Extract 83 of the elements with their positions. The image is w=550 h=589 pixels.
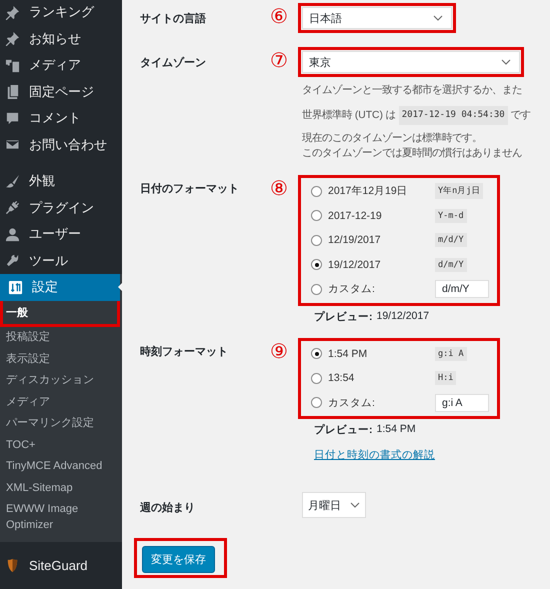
sidebar-item[interactable]: ユーザー	[0, 221, 122, 248]
sidebar-item[interactable]: SiteGuard	[0, 552, 122, 578]
option-label: 13:54	[328, 372, 356, 384]
sidebar-item[interactable]: 固定ページ	[0, 78, 122, 105]
preview-value: 19/12/2017	[376, 310, 430, 324]
option-label: 1:54 PM	[328, 348, 368, 360]
submenu-item[interactable]: TinyMCE Advanced	[0, 456, 122, 478]
format-code: m/d/Y	[435, 233, 467, 248]
input-field[interactable]: d/m/Y	[435, 280, 489, 298]
chevron-down-icon	[350, 502, 360, 508]
input-field[interactable]: g:i A	[435, 394, 489, 412]
step-number: ⑦	[270, 50, 288, 72]
comment-icon	[5, 110, 20, 126]
format-code: H:i	[435, 371, 456, 386]
sidebar-item[interactable]: ランキング	[0, 0, 122, 26]
sidebar-item[interactable]: メディア	[0, 52, 122, 78]
pin-icon	[5, 4, 20, 20]
field-label: 週の始まり	[140, 501, 196, 516]
submenu-item[interactable]: ディスカッション	[0, 370, 122, 392]
step-number: ⑥	[270, 6, 288, 28]
description-text: 現在のこのタイムゾーンは標準時です。 このタイムゾーンでは夏時間の慣行はありません	[302, 131, 523, 161]
submenu-item[interactable]: 一般	[3, 300, 117, 324]
brush-icon	[5, 174, 20, 189]
submenu-item[interactable]: 表示設定	[0, 348, 122, 370]
radio-button[interactable]	[311, 234, 322, 246]
chevron-down-icon	[433, 15, 443, 21]
step-number: ⑧	[270, 178, 288, 200]
radio-button[interactable]	[311, 397, 322, 408]
option-label: 12/19/2017	[328, 234, 382, 246]
sidebar-item[interactable]: コメント	[0, 105, 122, 132]
preview-label: プレビュー:	[314, 423, 372, 437]
pin-icon	[5, 31, 20, 46]
sidebar-item[interactable]: ツール	[0, 248, 122, 274]
menu-pointer-icon	[118, 281, 124, 293]
wrench-icon	[5, 253, 20, 268]
shield-icon	[5, 558, 20, 573]
select-field[interactable]: 日本語	[302, 7, 452, 29]
sidebar-item[interactable]: 外観	[0, 168, 122, 194]
radio-button[interactable]	[311, 259, 322, 270]
option-label: カスタム:	[328, 282, 376, 296]
option-label: 2017年12月19日	[328, 184, 409, 198]
option-label: 19/12/2017	[328, 258, 382, 271]
settings-icon	[8, 280, 23, 295]
sidebar-item[interactable]: お知らせ	[0, 26, 122, 52]
sidebar-item[interactable]: お問い合わせ	[0, 132, 122, 158]
preview-value: 1:54 PM	[376, 423, 416, 437]
submenu-item[interactable]: メディア	[0, 392, 122, 413]
radio-button[interactable]	[311, 284, 322, 295]
radio-button[interactable]	[311, 186, 322, 197]
description-text: 世界標準時 (UTC) は	[302, 108, 396, 123]
field-label: サイトの言語	[140, 12, 207, 27]
submenu-item[interactable]: TOC+	[0, 434, 122, 456]
field-label: 時刻フォーマット	[140, 344, 229, 360]
preview-label: プレビュー:	[314, 310, 372, 324]
pages-icon	[5, 84, 20, 100]
submenu-item[interactable]: パーマリンク設定	[0, 413, 122, 434]
select-field[interactable]: 月曜日	[302, 492, 366, 518]
description-text: です	[510, 109, 531, 123]
format-code: d/m/Y	[435, 258, 467, 272]
submenu-item[interactable]: XML-Sitemap	[0, 478, 122, 499]
radio-button[interactable]	[311, 372, 322, 384]
select-field[interactable]: 東京	[302, 51, 520, 73]
chevron-down-icon	[501, 59, 511, 65]
media-icon	[5, 58, 20, 73]
format-code: g:i A	[435, 346, 467, 361]
user-icon	[5, 226, 20, 242]
description-text: タイムゾーンと一致する都市を選択するか、また	[302, 83, 523, 98]
submenu-item[interactable]: EWWW Image Optimizer	[0, 499, 122, 536]
option-label: 2017-12-19	[328, 210, 383, 222]
format-code: Y-m-d	[435, 208, 467, 223]
field-label: 日付のフォーマット	[140, 182, 240, 197]
save-button[interactable]: 変更を保存	[142, 546, 215, 573]
utc-time: 2017-12-19 04:54:30	[398, 106, 508, 125]
sidebar-item[interactable]: プラグイン	[0, 194, 122, 221]
help-link[interactable]: 日付と時刻の書式の解説	[314, 448, 550, 462]
format-code: Y年n月j日	[435, 183, 484, 200]
option-label: カスタム:	[328, 396, 376, 410]
step-number: ⑨	[270, 340, 288, 362]
submenu-item[interactable]: 投稿設定	[0, 327, 122, 348]
radio-button[interactable]	[311, 348, 322, 360]
plug-icon	[5, 200, 20, 216]
radio-button[interactable]	[311, 210, 322, 222]
field-label: タイムゾーン	[140, 56, 207, 71]
